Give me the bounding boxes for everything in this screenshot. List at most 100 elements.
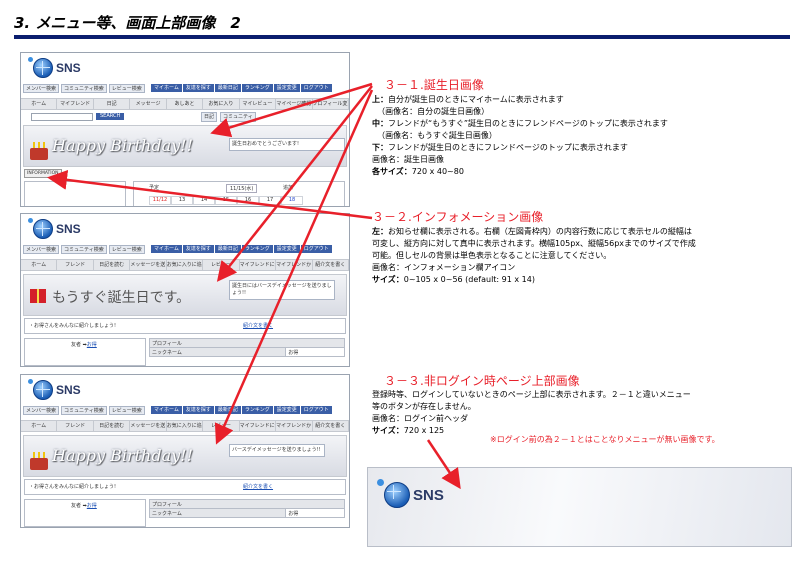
- text-line: 中：フレンドが“もうすぐ”誕生日のときにフレンドページのトップに表示されます: [372, 119, 668, 128]
- member-search-button[interactable]: メンバー検索: [23, 245, 60, 254]
- search-input[interactable]: [31, 112, 93, 121]
- nav-myhome[interactable]: マイホーム: [151, 245, 182, 253]
- calendar-day[interactable]: 16: [237, 196, 259, 205]
- tab-home[interactable]: ホーム: [21, 260, 58, 270]
- review-search-button[interactable]: レビュー検索: [108, 84, 145, 93]
- globe-icon: [28, 218, 53, 239]
- nav-myhome[interactable]: マイホーム: [151, 84, 182, 92]
- tab-review[interactable]: レビュー: [203, 421, 240, 431]
- community-search-button[interactable]: コミュニティ検索: [61, 84, 107, 93]
- nickname-label: ニックネーム: [148, 508, 287, 518]
- tab-home[interactable]: ホーム: [21, 99, 58, 109]
- nav-find-friends[interactable]: 友達を探す: [182, 406, 214, 414]
- search-buttons: メンバー検索 コミュニティ検索 レビュー検索: [23, 245, 145, 254]
- calendar-day[interactable]: 18: [281, 196, 303, 205]
- information-icon-cell: [24, 181, 126, 206]
- birthday-banner-self: Happy Birthday!! 誕生日おめでとうございます!: [23, 125, 347, 167]
- tab-remove-myfriend[interactable]: マイフレンドから削除: [276, 421, 313, 431]
- scope-community[interactable]: コミュニティ: [220, 111, 256, 122]
- tab-review[interactable]: レビュー: [203, 260, 240, 270]
- calendar-day[interactable]: 14: [193, 196, 215, 205]
- page-title: 3. メニュー等、画面上部画像 2: [14, 14, 241, 32]
- tab-diary[interactable]: 日記: [94, 99, 131, 109]
- tab-write-intro[interactable]: 紹介文を書く: [313, 260, 349, 270]
- member-search-button[interactable]: メンバー検索: [23, 406, 60, 415]
- tab-add-myfriend[interactable]: マイフレンドに追加: [240, 260, 277, 270]
- tab-myfriend[interactable]: マイフレンド: [57, 99, 94, 109]
- happy-birthday-text: Happy Birthday!!: [52, 446, 194, 465]
- nav-settings[interactable]: 設定変更: [273, 84, 300, 92]
- nickname-value: お得: [285, 347, 345, 357]
- text-line: 左：お知らせ欄に表示される。右欄（左図青枠内）の内容行数に応じて表示セルの縦幅は: [372, 227, 692, 236]
- search-button[interactable]: SEARCH: [96, 113, 125, 120]
- tab-add-favorite[interactable]: お気に入りに追加: [167, 421, 204, 431]
- blue-nav: マイホーム 友達を探す 最新日記 ランキング 設定変更 ログアウト: [151, 406, 332, 414]
- text-line: 等のボタンが存在しません。: [372, 402, 476, 411]
- calendar-day[interactable]: 15: [215, 196, 237, 205]
- friend-label: 友者 ➡お得: [71, 342, 97, 348]
- tab-send-message[interactable]: メッセージを送る: [130, 421, 167, 431]
- nav-ranking[interactable]: ランキング: [241, 84, 273, 92]
- search-bar: SEARCH: [31, 112, 125, 121]
- nav-logout[interactable]: ログアウト: [300, 84, 332, 92]
- nav-find-friends[interactable]: 友達を探す: [182, 245, 214, 253]
- friend-link[interactable]: お得: [87, 342, 97, 348]
- tab-friend[interactable]: フレンド: [57, 421, 94, 431]
- nav-settings[interactable]: 設定変更: [273, 406, 300, 414]
- sns-logo: SNS: [377, 479, 444, 508]
- text-line: 可変し、縦方向に対して真中に表示されます。横幅105px、縦幅56pxまでのサイ…: [372, 239, 696, 248]
- calendar-day[interactable]: 13: [171, 196, 193, 205]
- schedule-add[interactable]: 追加: [283, 184, 293, 191]
- review-search-button[interactable]: レビュー検索: [108, 245, 145, 254]
- schedule-date-select[interactable]: 11/15(水): [226, 184, 258, 193]
- tab-read-diary[interactable]: 日記を読む: [94, 421, 131, 431]
- friend-label: 友者 ➡お得: [71, 503, 97, 509]
- nav-ranking[interactable]: ランキング: [241, 245, 273, 253]
- friend-link[interactable]: お得: [87, 503, 97, 509]
- gray-nav-friend: ホーム フレンド 日記を読む メッセージを送る お気に入りに追加 レビュー マイ…: [21, 420, 349, 432]
- coming-birthday-text: もうすぐ誕生日です。: [52, 290, 191, 306]
- tab-home[interactable]: ホーム: [21, 421, 58, 431]
- tab-profile-edit[interactable]: プロフィール変更: [313, 99, 349, 109]
- nav-settings[interactable]: 設定変更: [273, 245, 300, 253]
- nav-logout[interactable]: ログアウト: [300, 406, 332, 414]
- calendar-day[interactable]: 11/12: [149, 196, 171, 205]
- text-line: サイズ：0~105 x 0~56 (default: 91 x 14): [372, 275, 535, 284]
- tab-read-diary[interactable]: 日記を読む: [94, 260, 131, 270]
- nav-latest-diary[interactable]: 最新日記: [214, 84, 241, 92]
- community-search-button[interactable]: コミュニティ検索: [61, 406, 107, 415]
- nav-ranking[interactable]: ランキング: [241, 406, 273, 414]
- member-search-button[interactable]: メンバー検索: [23, 84, 60, 93]
- write-intro-link[interactable]: 紹介文を書く: [243, 483, 273, 490]
- write-intro-link[interactable]: 紹介文を書く: [243, 322, 273, 329]
- nav-find-friends[interactable]: 友達を探す: [182, 84, 214, 92]
- tab-message[interactable]: メッセージ: [130, 99, 167, 109]
- gray-nav: ホーム マイフレンド 日記 メッセージ あしあと お気に入り マイレビュー マイ…: [21, 98, 349, 110]
- globe-icon: [28, 57, 53, 78]
- search-scope: 日記 コミュニティ: [201, 111, 256, 122]
- nav-logout[interactable]: ログアウト: [300, 245, 332, 253]
- profile-table: プロフィール ニックネーム お得: [148, 499, 345, 518]
- nav-latest-diary[interactable]: 最新日記: [214, 406, 241, 414]
- screenshot-birthday-friend: SNS メンバー検索 コミュニティ検索 レビュー検索 マイホーム 友達を探す 最…: [20, 374, 350, 528]
- tab-myreview[interactable]: マイレビュー: [240, 99, 277, 109]
- review-search-button[interactable]: レビュー検索: [108, 406, 145, 415]
- text-line: 可能。但しセルの背景は単色表示となることに注意してください。: [372, 251, 612, 260]
- nav-latest-diary[interactable]: 最新日記: [214, 245, 241, 253]
- text-line: （画像名：もうすぐ誕生日画像）: [377, 131, 497, 140]
- tab-write-intro[interactable]: 紹介文を書く: [313, 421, 349, 431]
- tab-footprints[interactable]: あしあと: [167, 99, 204, 109]
- tab-friend[interactable]: フレンド: [57, 260, 94, 270]
- tab-favorites[interactable]: お気に入り: [203, 99, 240, 109]
- tab-send-message[interactable]: メッセージを送る: [130, 260, 167, 270]
- nav-myhome[interactable]: マイホーム: [151, 406, 182, 414]
- tab-add-myfriend[interactable]: マイフレンドに追加: [240, 421, 277, 431]
- calendar-day[interactable]: 17: [259, 196, 281, 205]
- sns-logo: SNS: [28, 218, 81, 239]
- tab-remove-myfriend[interactable]: マイフレンドから削除: [276, 260, 313, 270]
- tab-mypage-check[interactable]: マイページ確認: [276, 99, 313, 109]
- tab-add-favorite[interactable]: お気に入りに追加: [167, 260, 204, 270]
- scope-diary[interactable]: 日記: [201, 111, 218, 122]
- profile-header: プロフィール: [149, 338, 345, 348]
- community-search-button[interactable]: コミュニティ検索: [61, 245, 107, 254]
